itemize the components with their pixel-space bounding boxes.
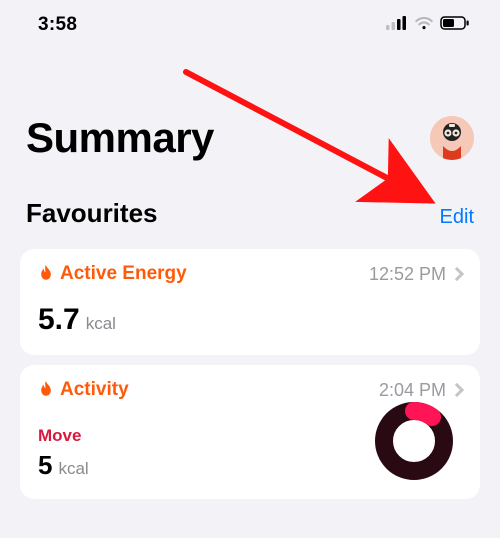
favourites-header: Favourites Edit [0,162,500,239]
card-title-active-energy: Active Energy [38,263,187,285]
status-time: 3:58 [38,14,77,36]
signal-icon [386,16,408,35]
time-label: 2:04 PM [379,380,446,401]
chevron-right-icon [450,267,464,281]
value-number: 5 [38,450,52,481]
page-title: Summary [26,114,214,162]
avatar[interactable] [430,116,474,160]
battery-icon [440,16,470,35]
status-icons [386,16,470,35]
time-label: 12:52 PM [369,264,446,285]
page-header: Summary [0,44,500,162]
move-label: Move [38,426,89,446]
card-time-activity: 2:04 PM [379,380,462,401]
card-activity[interactable]: Activity 2:04 PM Move 5 kcal [20,365,480,499]
card-title-label: Activity [60,379,129,401]
value-unit: kcal [86,314,116,334]
card-title-activity: Activity [38,379,129,401]
edit-button[interactable]: Edit [440,206,474,229]
card-title-label: Active Energy [60,263,187,285]
flame-icon [38,265,54,284]
favourites-title: Favourites [26,198,158,229]
chevron-right-icon [450,383,464,397]
card-active-energy[interactable]: Active Energy 12:52 PM 5.7 kcal [20,249,480,355]
value-number: 5.7 [38,303,80,337]
card-time-active-energy: 12:52 PM [369,264,462,285]
flame-icon [38,381,54,400]
value-unit: kcal [58,459,88,479]
activity-ring [374,401,454,481]
value-row-active-energy: 5.7 kcal [38,303,462,337]
value-row-activity: 5 kcal [38,450,89,481]
status-bar: 3:58 [0,0,500,44]
wifi-icon [414,16,434,35]
